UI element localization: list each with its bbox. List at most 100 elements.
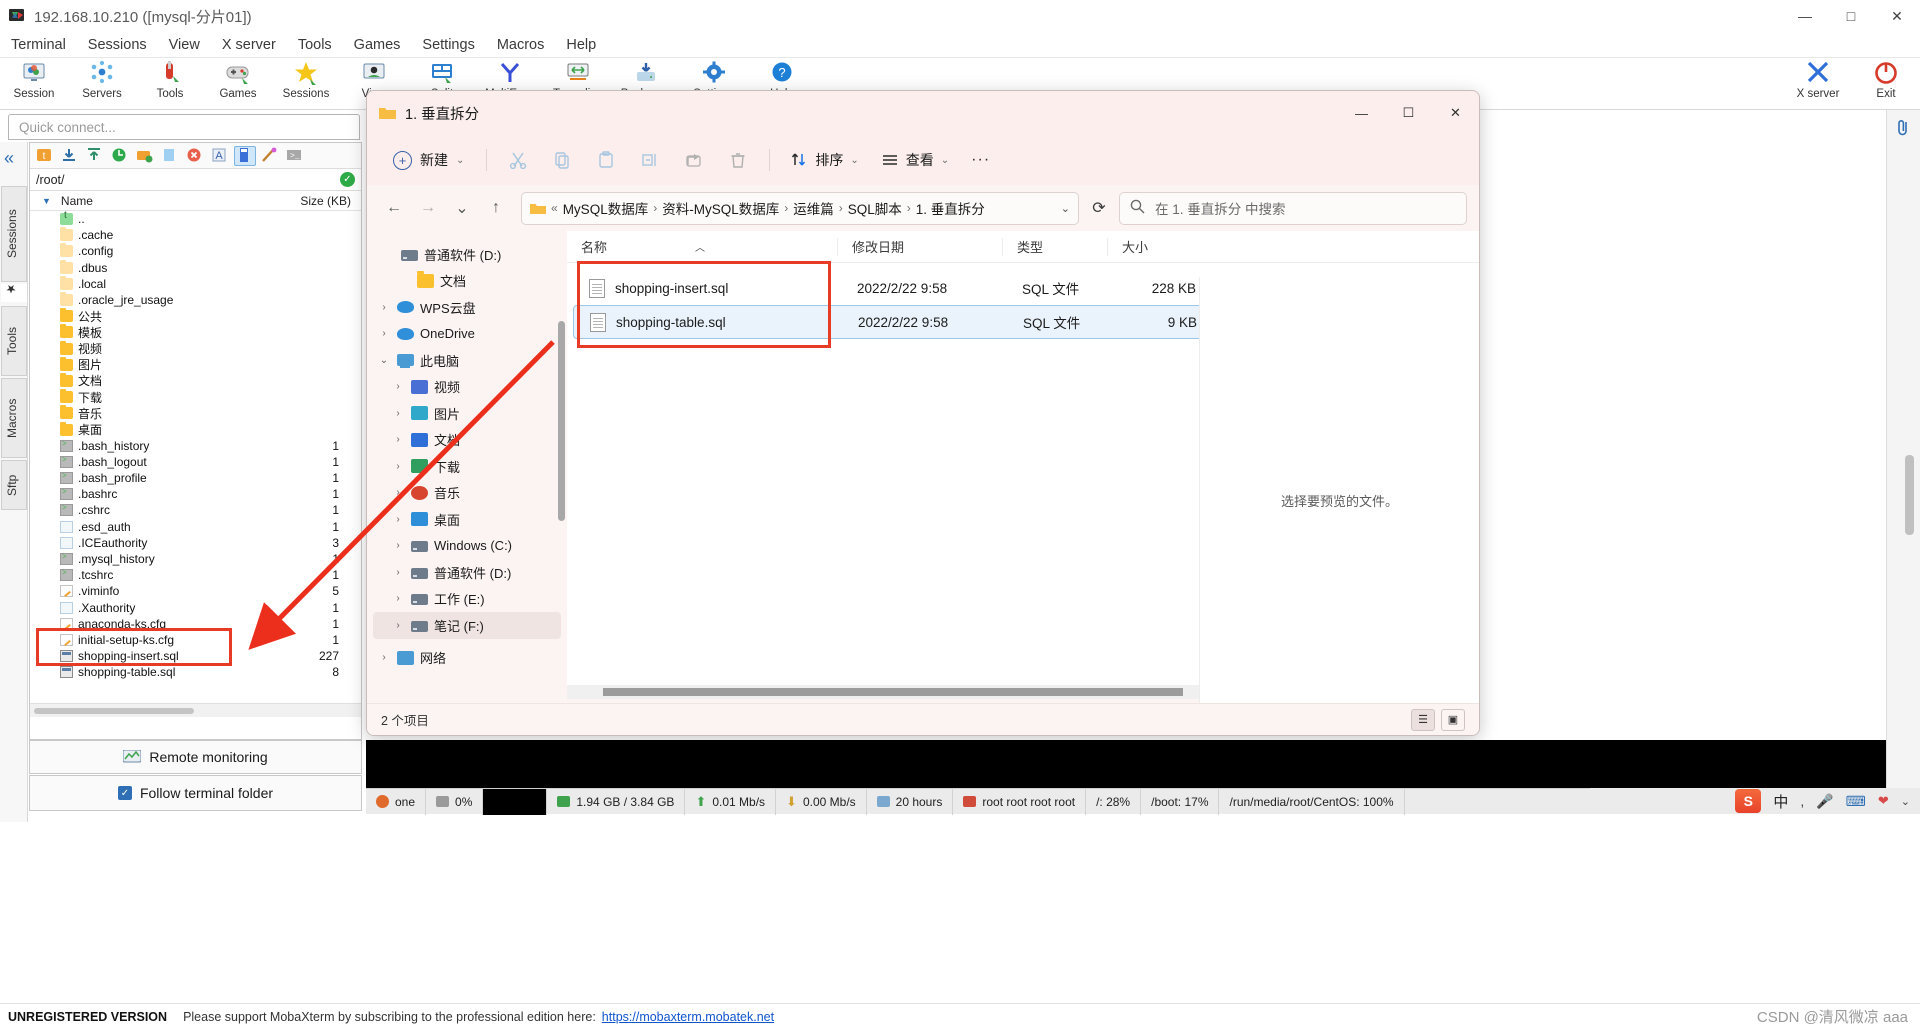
chevron-right-icon[interactable]: › xyxy=(391,620,405,631)
sftp-row[interactable]: .tcshrc 1 xyxy=(30,567,361,583)
chevron-right-icon[interactable]: › xyxy=(391,540,405,551)
sogou-icon[interactable]: S xyxy=(1735,789,1762,813)
cut-button[interactable] xyxy=(497,143,539,177)
tree-item-software-d2[interactable]: › 普通软件 (D:) xyxy=(367,559,567,586)
toolbar-session[interactable]: Session xyxy=(0,58,68,100)
share-button[interactable] xyxy=(673,143,715,177)
back-button[interactable]: ← xyxy=(379,193,409,223)
sftp-row[interactable]: .Xauthority 1 xyxy=(30,600,361,616)
upload-icon[interactable] xyxy=(84,146,106,166)
magic-wand-icon[interactable] xyxy=(259,146,281,166)
chevron-right-icon[interactable]: › xyxy=(391,461,405,472)
menu-settings[interactable]: Settings xyxy=(411,34,485,56)
sftp-row[interactable]: .oracle_jre_usage xyxy=(30,292,361,308)
mic-icon[interactable]: 🎤 xyxy=(1816,793,1833,810)
toolbar-games[interactable]: Games xyxy=(204,58,272,100)
forward-button[interactable]: → xyxy=(413,193,443,223)
list-view-icon[interactable]: ☰ xyxy=(1411,708,1435,731)
terminal-scrollbar[interactable] xyxy=(1905,455,1914,535)
tree-item-documents-pc[interactable]: › 文档 xyxy=(367,427,567,454)
chevron-right-icon[interactable]: › xyxy=(391,514,405,525)
close-button[interactable]: ✕ xyxy=(1874,0,1920,32)
sftp-row[interactable]: .mysql_history 1 xyxy=(30,551,361,567)
minimize-button[interactable]: — xyxy=(1782,0,1828,32)
refresh-button[interactable]: ⟳ xyxy=(1083,192,1115,224)
tree-item-notes-f[interactable]: › 笔记 (F:) xyxy=(373,612,561,639)
toolbar-exit[interactable]: Exit xyxy=(1852,58,1920,100)
sort-indicator-icon[interactable]: ▼ xyxy=(30,196,51,206)
menu-macros[interactable]: Macros xyxy=(486,34,556,56)
paperclip-icon[interactable] xyxy=(1895,118,1911,143)
sftp-row[interactable]: .bashrc 1 xyxy=(30,486,361,502)
quick-connect-input[interactable]: Quick connect... xyxy=(8,114,360,140)
breadcrumb-item[interactable]: 运维篇 xyxy=(793,198,834,218)
new-file-icon[interactable] xyxy=(159,146,181,166)
breadcrumb-item[interactable]: 资料-MySQL数据库 xyxy=(662,198,779,218)
chevron-right-icon[interactable]: › xyxy=(391,487,405,498)
tree-item-work-e[interactable]: › 工作 (E:) xyxy=(367,586,567,613)
status-session[interactable]: one xyxy=(366,788,427,815)
view-button[interactable]: 查看 ⌄ xyxy=(871,144,959,176)
favorites-star-icon[interactable]: ★ xyxy=(1,282,27,302)
tree-item-this-pc[interactable]: ⌄ 此电脑 xyxy=(367,347,567,374)
sftp-row[interactable]: anaconda-ks.cfg 1 xyxy=(30,616,361,632)
search-box[interactable]: 在 1. 垂直拆分 中搜索 xyxy=(1119,191,1467,225)
delete-button[interactable] xyxy=(717,143,759,177)
chevron-right-icon[interactable]: › xyxy=(391,381,405,392)
tree-item-wps-cloud[interactable]: › WPS云盘 xyxy=(367,294,567,321)
column-header-type[interactable]: 类型 xyxy=(1002,237,1107,256)
sftp-row[interactable]: .local xyxy=(30,275,361,292)
explorer-maximize-button[interactable]: ☐ xyxy=(1385,91,1432,135)
nav-pane-scrollbar[interactable] xyxy=(558,321,565,521)
sftp-row[interactable]: shopping-insert.sql 227 xyxy=(30,648,361,664)
chevron-right-icon[interactable]: › xyxy=(377,328,391,339)
new-folder-icon[interactable] xyxy=(134,146,156,166)
menu-help[interactable]: Help xyxy=(555,34,607,56)
sftp-row[interactable]: .cshrc 1 xyxy=(30,502,361,518)
menu-view[interactable]: View xyxy=(158,34,211,56)
sftp-path-bar[interactable]: /root/ ✓ xyxy=(30,169,361,191)
detail-view-icon[interactable]: ▣ xyxy=(1441,708,1465,731)
tree-item-downloads[interactable]: › 下载 xyxy=(367,453,567,480)
sftp-row[interactable]: .esd_auth 1 xyxy=(30,519,361,535)
explorer-tab-title[interactable]: 1. 垂直拆分 xyxy=(405,103,479,124)
mobaxterm-link[interactable]: https://mobaxterm.mobatek.net xyxy=(602,1010,774,1024)
toolbar-tools[interactable]: Tools xyxy=(136,58,204,100)
sftp-horizontal-scrollbar[interactable] xyxy=(30,703,361,717)
scrollbar-thumb[interactable] xyxy=(603,688,1183,696)
chevron-right-icon[interactable]: › xyxy=(377,302,391,313)
maximize-button[interactable]: □ xyxy=(1828,0,1874,32)
sftp-row[interactable]: .cache xyxy=(30,227,361,243)
sftp-row[interactable]: .ICEauthority 3 xyxy=(30,535,361,551)
address-bar[interactable]: « MySQL数据库 › 资料-MySQL数据库 › 运维篇 › SQL脚本 ›… xyxy=(521,191,1079,225)
new-button[interactable]: + 新建 ⌄ xyxy=(381,144,476,176)
scrollbar-thumb[interactable] xyxy=(34,708,194,714)
tree-item-network[interactable]: › 网络 xyxy=(367,645,567,672)
breadcrumb-item[interactable]: MySQL数据库 xyxy=(563,198,649,218)
sftp-file-list[interactable]: .. .cache .config .dbus .local .oracle_j… xyxy=(30,211,361,717)
tree-item-videos[interactable]: › 视频 xyxy=(367,374,567,401)
menu-games[interactable]: Games xyxy=(343,34,412,56)
follow-terminal-folder-row[interactable]: ✓ Follow terminal folder xyxy=(29,775,362,811)
copy-button[interactable] xyxy=(541,143,583,177)
sidebar-tab-sftp[interactable]: Sftp xyxy=(1,460,27,510)
delete-icon[interactable] xyxy=(184,146,206,166)
terminal-icon[interactable]: >_ xyxy=(284,146,306,166)
tree-item-pictures[interactable]: › 图片 xyxy=(367,400,567,427)
tree-item-music[interactable]: › 音乐 xyxy=(367,480,567,507)
paste-button[interactable] xyxy=(585,143,627,177)
terminal-area[interactable] xyxy=(366,740,1920,788)
more-button[interactable]: ··· xyxy=(961,145,1000,175)
sort-button[interactable]: 排序 ⌄ xyxy=(780,144,868,176)
sidebar-tab-macros[interactable]: Macros xyxy=(1,378,27,458)
sftp-row[interactable]: .bash_logout 1 xyxy=(30,454,361,470)
toolbar-xserver[interactable]: X server xyxy=(1784,58,1852,100)
column-header-size[interactable]: 大小 xyxy=(1107,237,1202,256)
menu-tools[interactable]: Tools xyxy=(287,34,343,56)
follow-terminal-checkbox[interactable]: ✓ xyxy=(117,786,132,800)
sftp-row[interactable]: .bash_history 1 xyxy=(30,438,361,454)
sftp-row[interactable]: initial-setup-ks.cfg 1 xyxy=(30,632,361,648)
menu-terminal[interactable]: Terminal xyxy=(0,34,77,56)
chevron-down-icon[interactable]: ⌄ xyxy=(1901,795,1910,808)
file-list-horizontal-scrollbar[interactable] xyxy=(567,685,1199,699)
